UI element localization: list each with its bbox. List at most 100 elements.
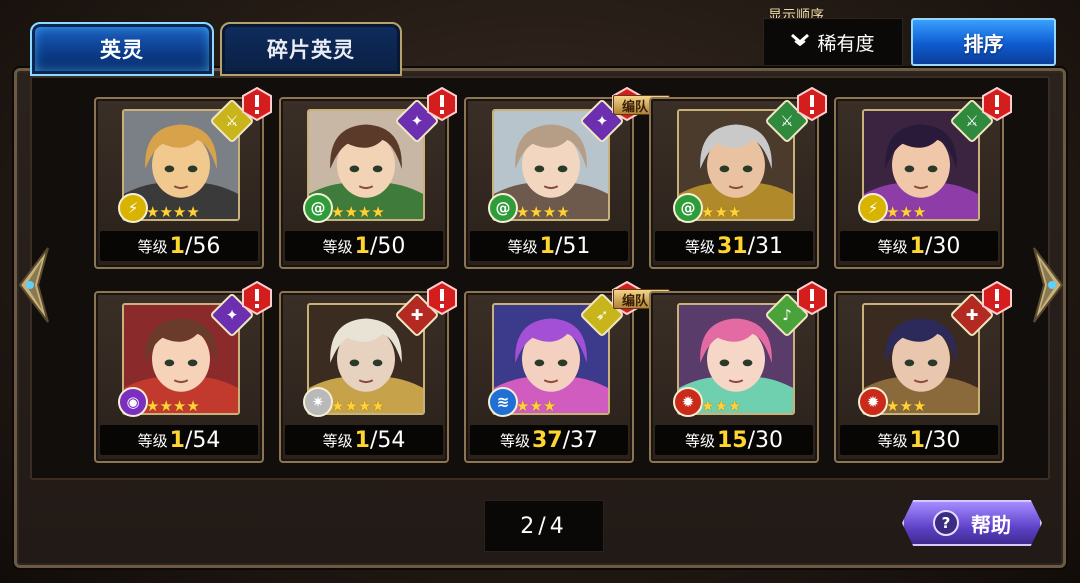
alert-icon: [240, 87, 274, 121]
alert-icon: [980, 281, 1014, 315]
sort-order-value: 稀有度: [817, 32, 875, 55]
hero-card[interactable]: ✚ ✹ ★ ★ ★ 等级 1/30: [834, 281, 1012, 463]
level-current: 37: [531, 427, 563, 453]
star-icon: ★: [344, 397, 358, 415]
question-icon: ?: [933, 510, 959, 536]
hero-card[interactable]: ⚔ ⚡ ★ ★ ★ ★ 等级 1/56: [94, 87, 272, 269]
page-indicator: 2 / 4: [484, 500, 604, 552]
rarity-stars: ★ ★ ★ ★: [146, 398, 200, 414]
element-star-icon: ✷: [303, 387, 333, 417]
level-label: 等级: [684, 431, 715, 450]
hero-level: 等级 37/37: [470, 425, 628, 455]
next-page-arrow-icon[interactable]: [1032, 246, 1066, 324]
star-icon: ★: [159, 397, 173, 415]
star-icon: ★: [357, 397, 372, 415]
rarity-stars: ★ ★ ★: [516, 398, 556, 414]
prev-page-arrow-icon[interactable]: [16, 246, 50, 324]
hero-card[interactable]: ⚔ @ ★ ★ ★ 等级 31/31: [649, 87, 827, 269]
sort-button[interactable]: 排序: [911, 18, 1056, 66]
level-label: 等级: [137, 431, 168, 450]
element-wind-icon: @: [303, 193, 333, 223]
level-label: 等级: [499, 431, 530, 450]
hero-level: 等级 1/56: [100, 231, 258, 261]
rarity-stars: ★ ★ ★: [701, 398, 741, 414]
alert-icon: [795, 281, 829, 315]
star-icon: ★: [886, 203, 900, 221]
level-max: /54: [184, 427, 221, 453]
element-water-icon: ≋: [488, 387, 518, 417]
level-current: 1: [909, 427, 925, 453]
level-max: /51: [554, 233, 591, 259]
star-icon: ★: [701, 397, 715, 415]
hero-card[interactable]: ⚔ ⚡ ★ ★ ★ 等级 1/30: [834, 87, 1012, 269]
element-wind-icon: @: [488, 193, 518, 223]
level-max: /56: [184, 233, 221, 259]
star-icon: ★: [912, 397, 927, 415]
help-label: 帮助: [971, 512, 1011, 537]
alert-icon: [795, 87, 829, 121]
rarity-stars: ★ ★ ★ ★: [146, 204, 200, 220]
hero-card[interactable]: ✦ ◉ ★ ★ ★ ★ 等级 1/54: [94, 281, 272, 463]
rarity-stars: ★ ★ ★: [886, 204, 926, 220]
element-fire-icon: ✹: [858, 387, 888, 417]
game-screen: 英灵 碎片英灵 显示顺序 稀有度 排序 ⚔ ⚡ ★ ★ ★ ★ 等级 1/56 ✦ @ ★ ★ ★ ★ 等级…: [0, 0, 1080, 583]
star-icon: ★: [529, 397, 543, 415]
alert-icon: [240, 281, 274, 315]
level-max: /54: [369, 427, 406, 453]
hero-level: 等级 15/30: [655, 425, 813, 455]
alert-icon: [425, 87, 459, 121]
star-icon: ★: [331, 397, 345, 415]
tab-heroes[interactable]: 英灵: [30, 22, 214, 76]
level-label: 等级: [507, 237, 538, 256]
page-separator: /: [538, 513, 550, 539]
element-eye-icon: ◉: [118, 387, 148, 417]
hero-level: 等级 1/54: [285, 425, 443, 455]
level-max: /37: [562, 427, 599, 453]
hero-level: 等级 1/54: [100, 425, 258, 455]
level-label: 等级: [322, 237, 353, 256]
star-icon: ★: [886, 397, 900, 415]
level-max: /31: [747, 233, 784, 259]
help-button[interactable]: ? 帮助: [902, 500, 1042, 546]
level-max: /30: [924, 427, 961, 453]
level-current: 1: [909, 233, 925, 259]
tab-hero-shards[interactable]: 碎片英灵: [220, 22, 402, 76]
star-icon: ★: [899, 203, 913, 221]
star-icon: ★: [714, 397, 728, 415]
rarity-stars: ★ ★ ★: [701, 204, 741, 220]
star-icon: ★: [344, 203, 358, 221]
star-icon: ★: [529, 203, 543, 221]
star-icon: ★: [357, 203, 372, 221]
hero-level: 等级 1/30: [840, 425, 998, 455]
star-icon: ★: [172, 203, 187, 221]
alert-icon: [980, 87, 1014, 121]
hero-level: 等级 1/50: [285, 231, 443, 261]
hero-card[interactable]: ➶ ≋ ★ ★ ★ 等级 37/37 编队中: [464, 281, 670, 463]
level-current: 1: [539, 233, 555, 259]
hero-level: 等级 31/31: [655, 231, 813, 261]
star-icon: ★: [542, 203, 557, 221]
level-label: 等级: [322, 431, 353, 450]
chevron-down-icon: [791, 33, 810, 50]
level-label: 等级: [137, 237, 168, 256]
hero-card[interactable]: ♪ ✹ ★ ★ ★ 等级 15/30: [649, 281, 827, 463]
star-icon: ★: [727, 203, 742, 221]
hero-card[interactable]: ✦ @ ★ ★ ★ ★ 等级 1/50: [279, 87, 457, 269]
hero-level: 等级 1/30: [840, 231, 998, 261]
hero-card[interactable]: ✦ @ ★ ★ ★ ★ 等级 1/51 编队中: [464, 87, 670, 269]
star-icon: ★: [331, 203, 345, 221]
star-icon: ★: [912, 203, 927, 221]
element-bolt-icon: ⚡: [118, 193, 148, 223]
star-icon: ★: [516, 203, 530, 221]
star-icon: ★: [371, 397, 385, 415]
level-current: 1: [354, 233, 370, 259]
level-label: 等级: [877, 237, 908, 256]
hero-level: 等级 1/51: [470, 231, 628, 261]
level-max: /30: [924, 233, 961, 259]
star-icon: ★: [899, 397, 913, 415]
star-icon: ★: [186, 397, 200, 415]
element-bolt-icon: ⚡: [858, 193, 888, 223]
rarity-stars: ★ ★ ★ ★: [516, 204, 570, 220]
hero-card[interactable]: ✚ ✷ ★ ★ ★ ★ 等级 1/54: [279, 281, 457, 463]
sort-order-dropdown[interactable]: 稀有度: [763, 18, 903, 66]
